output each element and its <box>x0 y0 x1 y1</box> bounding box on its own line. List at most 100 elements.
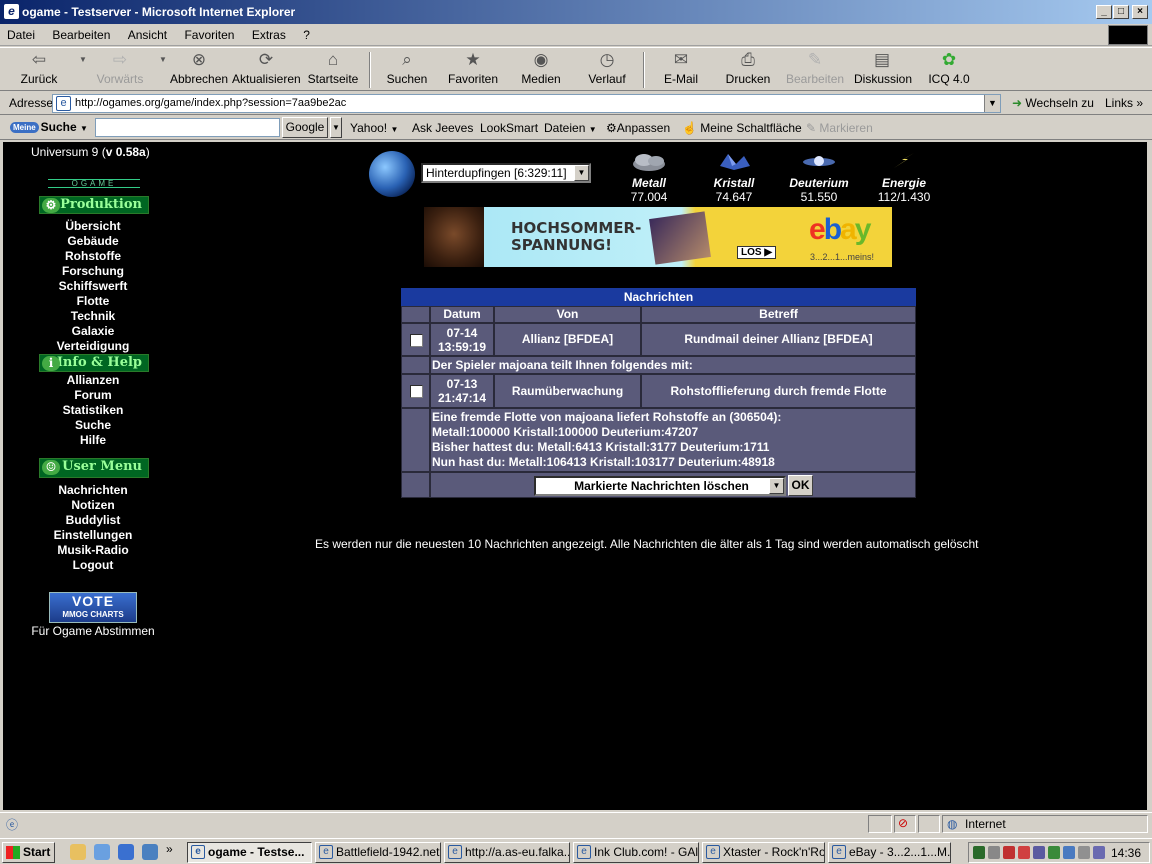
askjeeves-button[interactable]: Ask Jeeves <box>412 121 473 135</box>
ebay-ad-banner[interactable]: HOCHSOMMER- SPANNUNG! LOS ▶ ebay 3...2...… <box>424 207 892 267</box>
menu-help[interactable]: ? <box>296 24 317 42</box>
tray-app-icon[interactable] <box>1078 846 1090 859</box>
tray-app-icon[interactable] <box>1063 846 1075 859</box>
menu-allianzen[interactable]: Allianzen <box>3 373 183 387</box>
looksmart-button[interactable]: LookSmart <box>480 121 538 135</box>
quicklaunch-notepad-icon[interactable] <box>70 844 86 860</box>
menu-hilfe[interactable]: Hilfe <box>3 433 183 447</box>
refresh-button[interactable]: ⟳ Aktualisieren <box>232 50 301 86</box>
yahoo-button[interactable]: Yahoo! ▼ <box>350 121 398 135</box>
tray-volume-icon[interactable] <box>988 846 1000 859</box>
menu-datei[interactable]: Datei <box>0 24 42 42</box>
menu-buddylist[interactable]: Buddylist <box>3 513 183 527</box>
message-checkbox[interactable] <box>410 334 423 347</box>
menu-einstellungen[interactable]: Einstellungen <box>3 528 183 542</box>
delete-action-select[interactable]: Markierte Nachrichten löschen ▼ <box>534 476 786 496</box>
taskbar-task-battlefield[interactable]: e Battlefield-1942.net... <box>315 842 441 863</box>
menu-technik[interactable]: Technik <box>3 309 183 323</box>
menu-suche[interactable]: Suche <box>3 418 183 432</box>
menu-verteidigung[interactable]: Verteidigung <box>3 339 183 353</box>
goto-button[interactable]: ➜ Wechseln zu <box>1012 96 1094 110</box>
start-button[interactable]: Start <box>2 842 55 863</box>
message-subject[interactable]: Rohstofflieferung durch fremde Flotte <box>641 374 916 408</box>
forward-button[interactable]: ⇨ Vorwärts <box>92 50 148 86</box>
links-button[interactable]: Links » <box>1105 96 1143 110</box>
window-title-bar[interactable]: e ogame - Testserver - Microsoft Interne… <box>0 0 1152 24</box>
menu-nachrichten[interactable]: Nachrichten <box>3 483 183 497</box>
menu-musik-radio[interactable]: Musik-Radio <box>3 543 183 557</box>
menu-favoriten[interactable]: Favoriten <box>177 24 241 42</box>
ogame-logo[interactable]: OGAME <box>48 179 140 188</box>
quicklaunch-search-icon[interactable] <box>94 844 110 860</box>
schaltflaeche-button[interactable]: ☝ Meine Schaltfläche <box>682 121 802 135</box>
clock[interactable]: 14:36 <box>1111 846 1141 860</box>
dateien-button[interactable]: Dateien ▼ <box>544 121 597 135</box>
meine-suche-button[interactable]: Meine Suche ▼ <box>10 120 88 134</box>
search-input[interactable] <box>95 118 280 137</box>
home-button[interactable]: ⌂ Startseite <box>306 50 360 86</box>
quicklaunch-outlook-icon[interactable] <box>142 844 158 860</box>
taskbar-task-xtaster[interactable]: e Xtaster - Rock'n'Ro... <box>702 842 825 863</box>
tray-antivirus-icon[interactable] <box>973 846 985 859</box>
menu-galaxie[interactable]: Galaxie <box>3 324 183 338</box>
tray-app-icon[interactable] <box>1018 846 1030 859</box>
menu-extras[interactable]: Extras <box>245 24 293 42</box>
edit-button[interactable]: ✎ Bearbeiten <box>786 50 844 86</box>
quicklaunch-more-icon[interactable]: » <box>166 842 173 856</box>
menu-flotte[interactable]: Flotte <box>3 294 183 308</box>
markieren-button[interactable]: ✎ Markieren <box>806 121 873 135</box>
message-checkbox[interactable] <box>410 385 423 398</box>
search-button[interactable]: ⌕ Suchen <box>382 50 432 86</box>
quicklaunch-ie-icon[interactable] <box>118 844 134 860</box>
menu-uebersicht[interactable]: Übersicht <box>3 219 183 233</box>
tray-icq-icon[interactable] <box>1048 846 1060 859</box>
address-dropdown-icon[interactable]: ▼ <box>984 95 1000 112</box>
back-arrow-icon: ⇦ <box>31 50 47 69</box>
media-button[interactable]: ◉ Medien <box>518 50 564 86</box>
history-button[interactable]: ◷ Verlauf <box>584 50 630 86</box>
menu-ansicht[interactable]: Ansicht <box>121 24 174 42</box>
favorites-button[interactable]: ★ Favoriten <box>446 50 500 86</box>
resource-value: 74.647 <box>715 190 753 204</box>
taskbar-task-ogame[interactable]: e ogame - Testse... <box>187 842 312 863</box>
forward-dropdown[interactable]: ▼ <box>152 50 167 72</box>
taskbar-task-inkclub[interactable]: e Ink Club.com! - GAl... <box>573 842 699 863</box>
print-button[interactable]: ⎙ Drucken <box>722 50 774 86</box>
back-button[interactable]: ⇦ Zurück <box>14 50 64 86</box>
menu-rohstoffe[interactable]: Rohstoffe <box>3 249 183 263</box>
anpassen-label: Anpassen <box>616 121 671 135</box>
gear-icon: ⚙ <box>606 121 617 135</box>
menu-bearbeiten[interactable]: Bearbeiten <box>45 24 117 42</box>
taskbar-task-falka[interactable]: e http://a.as-eu.falka... <box>444 842 570 863</box>
menu-forschung[interactable]: Forschung <box>3 264 183 278</box>
google-button[interactable]: Google <box>282 117 328 138</box>
discuss-button[interactable]: ▤ Diskussion <box>854 50 912 86</box>
resource-value: 77.004 <box>630 190 668 204</box>
tray-app-icon[interactable] <box>1093 846 1105 859</box>
google-dropdown[interactable]: ▼ <box>330 117 342 138</box>
tray-app-icon[interactable] <box>1003 846 1015 859</box>
stop-button[interactable]: ⊗ Abbrechen <box>170 50 228 86</box>
maximize-button[interactable]: □ <box>1113 5 1129 19</box>
ok-button[interactable]: OK <box>788 475 813 496</box>
menu-logout[interactable]: Logout <box>3 558 183 572</box>
tray-network-icon[interactable] <box>1033 846 1045 859</box>
close-button[interactable]: × <box>1132 5 1148 19</box>
anpassen-button[interactable]: ⚙Anpassen <box>606 121 670 135</box>
address-input[interactable]: e http://ogames.org/game/index.php?sessi… <box>52 94 1001 113</box>
menu-forum[interactable]: Forum <box>3 388 183 402</box>
minimize-button[interactable]: _ <box>1096 5 1112 19</box>
icq-flower-icon: ✿ <box>941 50 957 69</box>
menu-gebaeude[interactable]: Gebäude <box>3 234 183 248</box>
taskbar-task-ebay[interactable]: e eBay - 3...2...1...M... <box>828 842 951 863</box>
planet-select[interactable]: Hinterdupfingen [6:329:11] ▼ <box>421 163 591 183</box>
banner-los-button[interactable]: LOS ▶ <box>737 246 777 259</box>
menu-schiffswerft[interactable]: Schiffswerft <box>3 279 183 293</box>
menu-statistiken[interactable]: Statistiken <box>3 403 183 417</box>
message-subject[interactable]: Rundmail deiner Allianz [BFDEA] <box>641 323 916 356</box>
menu-notizen[interactable]: Notizen <box>3 498 183 512</box>
icq-button[interactable]: ✿ ICQ 4.0 <box>924 50 974 86</box>
mail-button[interactable]: ✉ E-Mail <box>658 50 704 86</box>
vote-banner[interactable]: VOTE MMOG CHARTS <box>49 592 137 623</box>
back-dropdown[interactable]: ▼ <box>72 50 87 72</box>
